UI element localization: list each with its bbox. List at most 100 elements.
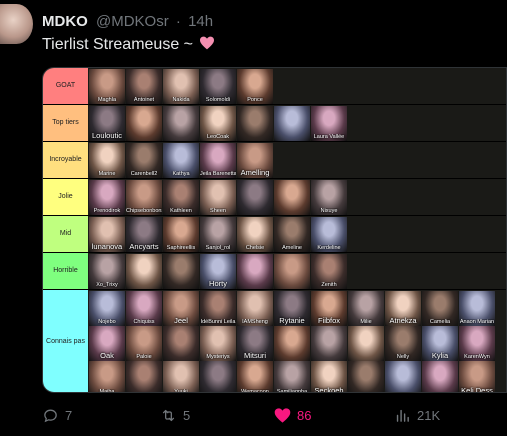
streamer-tile: Nixuye — [311, 180, 347, 215]
streamer-tile — [163, 106, 199, 141]
reply-icon — [44, 409, 57, 423]
reply-count: 7 — [65, 408, 73, 423]
streamer-name: IAMSheng — [242, 319, 268, 325]
author-name[interactable]: MDKO — [42, 13, 88, 30]
tweet-timestamp[interactable]: 14h — [188, 13, 213, 30]
streamer-tile: Rytanie — [274, 291, 310, 326]
streamer-tile: Kylia — [422, 326, 458, 361]
streamer-tile: Maghla — [89, 69, 125, 104]
tier-row: Connais pas Nojebo Chiquiss Jeel IdéBunni Le… — [43, 290, 506, 393]
pink-heart-icon — [200, 36, 215, 50]
tier-items: lunanova Ancyarts Saphireellis Sanjol_rol Ch… — [89, 216, 506, 252]
tier-items: Maghla Antoinet Nakida Solomoldi Ponce — [89, 68, 506, 104]
tier-items: Marine Carenbell2 Kathya Jeila Barenetta Ame… — [89, 142, 506, 178]
streamer-tile: Solomoldi — [200, 69, 236, 104]
tier-items: Xo_Trixy Horty Zenith — [89, 253, 506, 289]
streamer-name: Mysteriys — [206, 354, 230, 360]
streamer-tile: Nojebo — [89, 291, 125, 326]
streamer-tile: Antoinet — [126, 69, 162, 104]
streamer-name: Antoinet — [133, 97, 155, 103]
streamer-tile: Jeel — [163, 291, 199, 326]
streamer-name: Saphireellis — [166, 245, 196, 251]
streamer-name: Ancyarts — [129, 242, 159, 251]
streamer-tile: Yuuki — [163, 361, 199, 392]
streamer-tile — [274, 326, 310, 361]
tier-label: Top tiers — [43, 105, 88, 141]
streamer-name: Wemacoon — [241, 389, 269, 393]
streamer-name: Prenodirok — [93, 208, 121, 214]
streamer-name: Jeel — [174, 316, 188, 325]
streamer-tile — [200, 361, 236, 392]
streamer-tile — [311, 326, 347, 361]
tierlist-image[interactable]: GOAT Maghla Antoinet Nakida Solomoldi Ponce To… — [42, 67, 507, 393]
tier-items: Nojebo Chiquiss Jeel IdéBunni Leila IAMSheng… — [89, 290, 506, 393]
streamer-tile — [126, 361, 162, 392]
streamer-tile: Mysteriys — [200, 326, 236, 361]
streamer-name: Rytanie — [279, 316, 305, 325]
streamer-tile — [348, 361, 384, 392]
streamer-tile — [274, 180, 310, 215]
streamer-tile: lunanova — [89, 217, 125, 252]
like-count: 86 — [297, 408, 312, 423]
streamer-tile — [237, 106, 273, 141]
streamer-tile — [348, 326, 384, 361]
streamer-name: Camelia — [429, 319, 451, 325]
streamer-tile — [274, 106, 310, 141]
streamer-name: Carenbell2 — [130, 171, 158, 177]
streamer-tile: Seckoeh — [311, 361, 347, 392]
streamer-name: Fiibfox — [317, 316, 341, 325]
analytics-icon — [396, 409, 409, 422]
tier-label: Mid — [43, 216, 88, 252]
streamer-tile: Sanjol_rol — [200, 217, 236, 252]
tier-items: Louloutic LeoCoak Laura Vallée — [89, 105, 506, 141]
streamer-tile: Atnekza — [385, 291, 421, 326]
streamer-tile: Louloutic — [89, 106, 125, 141]
retweet-count: 5 — [183, 408, 191, 423]
streamer-name: Kerdeline — [317, 245, 341, 251]
author-avatar[interactable] — [0, 4, 33, 44]
streamer-name: LeoCoak — [206, 134, 230, 140]
streamer-tile — [163, 326, 199, 361]
streamer-tile — [385, 361, 421, 392]
tweet-header: MDKO @MDKOsr · 14h — [42, 13, 213, 30]
retweet-icon — [162, 409, 175, 422]
streamer-name: Keli Dess — [461, 386, 493, 393]
tier-row: GOAT Maghla Antoinet Nakida Solomoldi Ponce — [43, 68, 506, 105]
like-button[interactable]: 86 — [274, 407, 311, 424]
tier-row: Jolie Prenodirok Chipsebonbons Kathleen Shee… — [43, 179, 506, 216]
streamer-name: Chelsie — [245, 245, 265, 251]
streamer-name: Oak — [100, 351, 114, 360]
streamer-name: Xo_Trixy — [96, 282, 118, 288]
streamer-tile: Sheen — [200, 180, 236, 215]
streamer-tile — [237, 180, 273, 215]
streamer-tile: IdéBunni Leila — [200, 291, 236, 326]
tier-row: Horrible Xo_Trixy Horty Zenith — [43, 253, 506, 290]
streamer-tile: Chipsebonbons — [126, 180, 162, 215]
tier-label: Horrible — [43, 253, 88, 289]
streamer-tile: Keli Dess — [459, 361, 495, 393]
reply-button[interactable]: 7 — [42, 407, 72, 424]
streamer-name: Ponce — [247, 97, 263, 103]
streamer-tile — [126, 106, 162, 141]
streamer-name: Zenith — [321, 282, 337, 288]
author-handle[interactable]: @MDKOsr — [96, 13, 169, 30]
streamer-name: Nakida — [172, 97, 190, 103]
view-count: 21K — [417, 408, 441, 423]
streamer-tile: Ancyarts — [126, 217, 162, 252]
streamer-tile: Maiha — [89, 361, 125, 392]
streamer-name: Kathleen — [170, 208, 192, 214]
streamer-name: Nelly — [396, 354, 410, 360]
streamer-name: lunanova — [91, 242, 123, 251]
streamer-name: Mitsuri — [243, 351, 267, 360]
streamer-tile: Kathya — [163, 143, 199, 178]
streamer-tile: Marine — [89, 143, 125, 178]
streamer-tile: Oak — [89, 326, 125, 361]
views-button[interactable]: 21K — [394, 407, 440, 424]
retweet-button[interactable]: 5 — [160, 407, 190, 424]
streamer-tile: Paloie — [126, 326, 162, 361]
tier-label: Connais pas — [43, 290, 88, 392]
streamer-name: Solomoldi — [205, 97, 231, 103]
tier-row: Mid lunanova Ancyarts Saphireellis Sanjol_ro… — [43, 216, 506, 253]
streamer-name: Kylia — [431, 351, 449, 360]
streamer-tile: Nakida — [163, 69, 199, 104]
